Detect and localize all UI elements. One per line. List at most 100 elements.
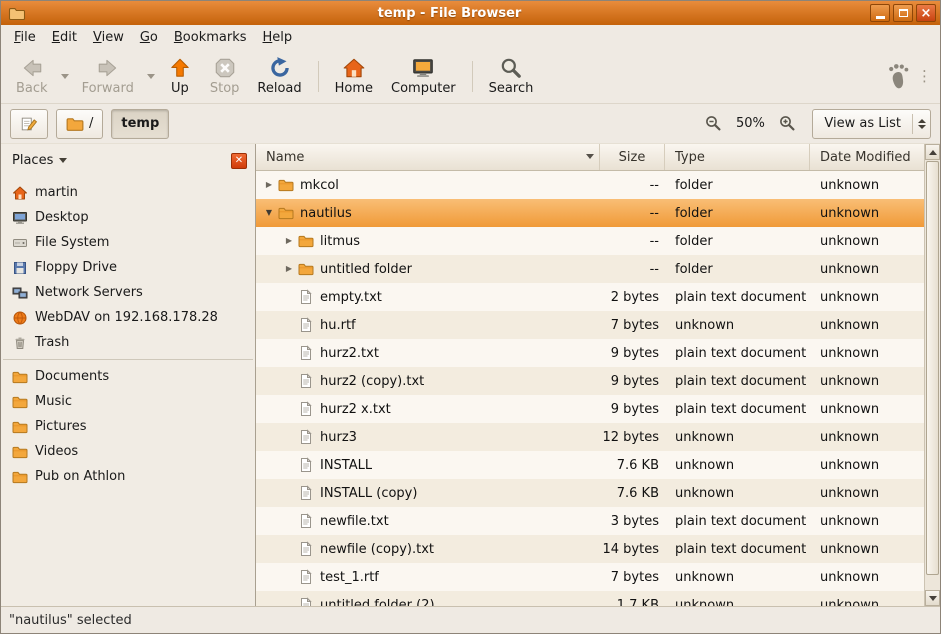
table-row[interactable]: hurz2 (copy).txt9 bytesplain text docume… xyxy=(256,367,924,395)
zoom-level-label[interactable]: 50% xyxy=(732,116,768,131)
file-type-cell: plain text document xyxy=(665,346,810,361)
table-row[interactable]: untitled folder (2)1.7 KBunknownunknown xyxy=(256,591,924,606)
sidebar-item-label: Videos xyxy=(35,444,78,459)
sidebar-item-pictures[interactable]: Pictures xyxy=(1,414,255,439)
file-modified-cell: unknown xyxy=(810,542,924,557)
file-name-label: test_1.rtf xyxy=(320,570,379,585)
toolbar-group-reload: Reload xyxy=(248,54,310,99)
places-selector[interactable]: Places xyxy=(12,153,53,168)
table-row[interactable]: newfile.txt3 bytesplain text documentunk… xyxy=(256,507,924,535)
column-header-name[interactable]: Name xyxy=(256,144,600,170)
sidebar-close-button[interactable]: ✕ xyxy=(231,153,247,169)
expander-icon[interactable]: ▶ xyxy=(262,181,276,189)
zoom-out-button[interactable] xyxy=(702,113,724,135)
menu-item-file[interactable]: File xyxy=(6,27,44,48)
back-history-dropdown[interactable] xyxy=(57,54,73,99)
floppy-icon xyxy=(12,260,28,276)
vertical-scrollbar[interactable] xyxy=(924,144,940,606)
edit-location-button[interactable] xyxy=(10,109,48,139)
menu-item-view[interactable]: View xyxy=(85,27,132,48)
scroll-up-icon xyxy=(929,150,937,155)
file-modified-cell: unknown xyxy=(810,318,924,333)
sidebar-item-trash[interactable]: Trash xyxy=(1,330,255,355)
sidebar-item-desktop[interactable]: Desktop xyxy=(1,205,255,230)
file-type-cell: unknown xyxy=(665,486,810,501)
path-current-button[interactable]: temp xyxy=(111,109,169,139)
table-row[interactable]: ▶litmus--folderunknown xyxy=(256,227,924,255)
search-button[interactable]: Search xyxy=(480,54,543,99)
expander-icon[interactable]: ▼ xyxy=(262,209,276,217)
text-file-icon xyxy=(298,513,314,529)
sidebar-item-webdav-on-192-168-178-28[interactable]: WebDAV on 192.168.178.28 xyxy=(1,305,255,330)
forward-history-dropdown[interactable] xyxy=(143,54,159,99)
file-size-cell: 14 bytes xyxy=(600,542,665,557)
column-header-label: Size xyxy=(619,150,646,165)
separator-line xyxy=(3,359,253,360)
table-row[interactable]: INSTALL (copy)7.6 KBunknownunknown xyxy=(256,479,924,507)
table-row[interactable]: ▶mkcol--folderunknown xyxy=(256,171,924,199)
folder-icon xyxy=(12,419,28,435)
sidebar-item-file-system[interactable]: File System xyxy=(1,230,255,255)
expander-icon[interactable]: ▶ xyxy=(282,265,296,273)
sidebar-item-floppy-drive[interactable]: Floppy Drive xyxy=(1,255,255,280)
stepper-down-icon xyxy=(918,125,926,129)
table-row[interactable]: hurz2 x.txt9 bytesplain text documentunk… xyxy=(256,395,924,423)
menu-item-go[interactable]: Go xyxy=(132,27,166,48)
file-name-label: hu.rtf xyxy=(320,318,356,333)
file-list-pane: Name Size TypeDate Modified ▶mkcol--folder… xyxy=(256,144,940,606)
view-as-combo[interactable]: View as List xyxy=(812,109,931,139)
scroll-up-button[interactable] xyxy=(925,144,940,160)
table-row[interactable]: hurz2.txt9 bytesplain text documentunkno… xyxy=(256,339,924,367)
file-modified-cell: unknown xyxy=(810,514,924,529)
home-button[interactable]: Home xyxy=(326,54,382,99)
column-header-size[interactable]: Size xyxy=(600,144,665,170)
column-header-type[interactable]: Type xyxy=(665,144,810,170)
combo-stepper[interactable] xyxy=(913,110,930,138)
table-row[interactable]: test_1.rtf7 bytesunknownunknown xyxy=(256,563,924,591)
minimize-button[interactable] xyxy=(870,4,890,22)
back-button[interactable]: Back xyxy=(7,54,57,99)
toolbar-overflow-grip[interactable]: ⋮ xyxy=(913,69,934,84)
network-icon xyxy=(12,285,28,301)
toolbar-group-computer: Computer xyxy=(382,54,465,99)
menu-item-bookmarks[interactable]: Bookmarks xyxy=(166,27,255,48)
forward-button[interactable]: Forward xyxy=(73,54,143,99)
table-row[interactable]: empty.txt2 bytesplain text documentunkno… xyxy=(256,283,924,311)
folder-icon xyxy=(278,177,294,193)
scroll-down-button[interactable] xyxy=(925,590,940,606)
sidebar-item-pub-on-athlon[interactable]: Pub on Athlon xyxy=(1,464,255,489)
reload-button[interactable]: Reload xyxy=(248,54,310,99)
sidebar-item-network-servers[interactable]: Network Servers xyxy=(1,280,255,305)
table-row[interactable]: ▶untitled folder--folderunknown xyxy=(256,255,924,283)
scrollbar-thumb[interactable] xyxy=(926,161,939,575)
sidebar-item-music[interactable]: Music xyxy=(1,389,255,414)
titlebar[interactable]: temp - File Browser × xyxy=(1,1,940,25)
up-button-label: Up xyxy=(171,81,189,97)
menu-item-edit[interactable]: Edit xyxy=(44,27,85,48)
table-row[interactable]: hu.rtf7 bytesunknownunknown xyxy=(256,311,924,339)
folder-icon xyxy=(12,394,28,410)
table-row[interactable]: newfile (copy).txt14 bytesplain text doc… xyxy=(256,535,924,563)
toolbar-separator xyxy=(318,61,319,92)
zoom-in-button[interactable] xyxy=(776,113,798,135)
sidebar-item-videos[interactable]: Videos xyxy=(1,439,255,464)
table-row[interactable]: hurz312 bytesunknownunknown xyxy=(256,423,924,451)
maximize-button[interactable] xyxy=(893,4,913,22)
sidebar-item-label: File System xyxy=(35,235,109,250)
path-root-button[interactable]: / xyxy=(56,109,103,139)
statusbar-text: "nautilus" selected xyxy=(9,613,132,628)
menu-item-help[interactable]: Help xyxy=(255,27,301,48)
stop-button[interactable]: Stop xyxy=(201,54,249,99)
table-row[interactable]: ▼nautilus--folderunknown xyxy=(256,199,924,227)
sidebar-item-documents[interactable]: Documents xyxy=(1,364,255,389)
up-button[interactable]: Up xyxy=(159,54,201,99)
places-caret-icon[interactable] xyxy=(59,158,67,163)
computer-button[interactable]: Computer xyxy=(382,54,465,99)
close-button[interactable]: × xyxy=(916,4,936,22)
scrollbar-trough[interactable] xyxy=(925,576,940,590)
file-name-cell: INSTALL xyxy=(256,457,600,473)
sidebar-item-martin[interactable]: martin xyxy=(1,180,255,205)
table-row[interactable]: INSTALL7.6 KBunknownunknown xyxy=(256,451,924,479)
expander-icon[interactable]: ▶ xyxy=(282,237,296,245)
column-header-modified[interactable]: Date Modified xyxy=(810,144,924,170)
